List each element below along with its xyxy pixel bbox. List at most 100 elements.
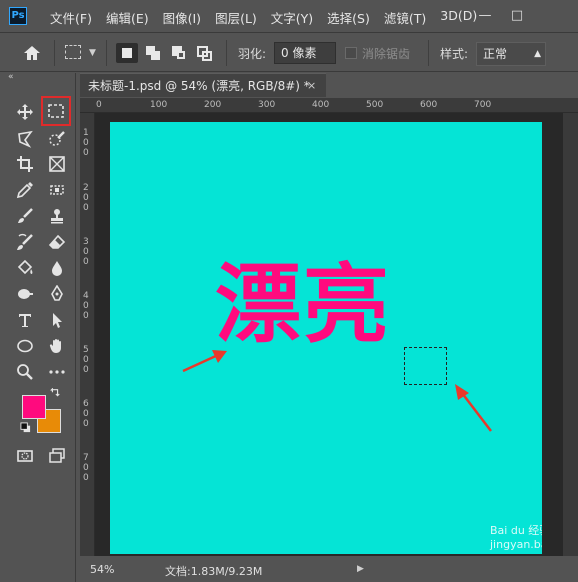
menu-layer[interactable]: 图层(L): [215, 8, 257, 27]
blur-tool-icon[interactable]: [46, 257, 68, 279]
style-select[interactable]: 正常 ▲: [476, 42, 546, 66]
chevron-down-icon: ▲: [534, 49, 541, 59]
dodge-tool-icon[interactable]: [14, 283, 36, 305]
foreground-color-swatch[interactable]: [22, 395, 46, 419]
hand-tool-icon[interactable]: [46, 335, 68, 357]
quick-mask-icon[interactable]: [14, 445, 36, 467]
ruler-tick: 0: [83, 193, 89, 203]
menu-file[interactable]: 文件(F): [50, 8, 92, 27]
document-tab[interactable]: 未标题-1.psd @ 54% (漂亮, RGB/8#) * ×: [80, 73, 326, 97]
ruler-tick: 0: [83, 409, 89, 419]
screen-mode-icon[interactable]: [46, 445, 68, 467]
separator: [428, 40, 429, 66]
style-value: 正常: [483, 47, 508, 61]
menu-filter[interactable]: 滤镜(T): [384, 8, 426, 27]
chevron-right-icon[interactable]: ▶: [357, 564, 364, 574]
ruler-horizontal: 0 100 200 300 400 500 600 700: [80, 98, 578, 113]
ruler-tick: 0: [83, 463, 89, 473]
path-selection-tool-icon[interactable]: [46, 309, 68, 331]
ruler-vertical: 1 0 0 2 0 0 3 0 0 4 0 0 5 0 0 6 0 0 7 0 …: [80, 113, 95, 556]
ruler-tick: 700: [474, 100, 492, 110]
arrow-left: [182, 350, 227, 373]
collapse-icon[interactable]: «: [8, 72, 14, 82]
close-icon[interactable]: ×: [307, 74, 316, 98]
eyedropper-tool-icon[interactable]: [14, 179, 36, 201]
style-label: 样式:: [440, 47, 469, 61]
separator: [226, 40, 227, 66]
ruler-tick: 0: [83, 311, 89, 321]
menu-edit[interactable]: 编辑(E): [106, 8, 149, 27]
ruler-tick: 500: [366, 100, 384, 110]
paint-bucket-tool-icon[interactable]: [14, 257, 36, 279]
vertical-scrollbar[interactable]: [563, 113, 578, 556]
quick-selection-tool-icon[interactable]: [46, 128, 68, 150]
antialias-checkbox[interactable]: [345, 47, 357, 59]
default-colors-icon[interactable]: [19, 421, 31, 433]
chevron-down-icon[interactable]: ▼: [89, 48, 96, 58]
type-tool-icon[interactable]: [14, 309, 36, 331]
menu-bar: Ps 文件(F) 编辑(E) 图像(I) 图层(L) 文字(Y) 选择(S) 滤…: [0, 0, 578, 33]
baidu-watermark: Bai du 经验 jingyan.baidu.com: [490, 524, 542, 551]
ruler-tick: 0: [83, 148, 89, 158]
ruler-tick: 1: [83, 128, 89, 138]
rectangular-marquee-tool-icon[interactable]: [41, 96, 71, 126]
ruler-tick: 4: [83, 291, 89, 301]
spot-healing-tool-icon[interactable]: [46, 179, 68, 201]
menu-type[interactable]: 文字(Y): [271, 8, 313, 27]
eraser-tool-icon[interactable]: [46, 231, 68, 253]
zoom-level[interactable]: 54%: [90, 563, 114, 576]
history-brush-tool-icon[interactable]: [14, 231, 36, 253]
clone-stamp-tool-icon[interactable]: [46, 205, 68, 227]
ruler-tick: 0: [83, 301, 89, 311]
ruler-tick: 300: [258, 100, 276, 110]
ruler-tick: 600: [420, 100, 438, 110]
home-icon[interactable]: [22, 44, 42, 62]
ruler-tick: 5: [83, 345, 89, 355]
more-tools-icon[interactable]: [46, 361, 68, 383]
subtract-from-selection-button[interactable]: [168, 43, 190, 63]
add-to-selection-button[interactable]: [142, 43, 164, 63]
move-tool-icon[interactable]: [14, 101, 36, 123]
photoshop-logo[interactable]: Ps: [9, 7, 27, 25]
zoom-tool-icon[interactable]: [14, 361, 36, 383]
arrow-right: [455, 384, 492, 432]
ruler-tick: 7: [83, 453, 89, 463]
document-area: 未标题-1.psd @ 54% (漂亮, RGB/8#) * × 0 100 2…: [77, 73, 578, 582]
annotation-arrows: [182, 350, 492, 432]
options-bar: ▼ 羽化: 0 像素 消除锯齿 样式: 正常 ▲: [0, 34, 578, 72]
ellipse-tool-icon[interactable]: [14, 335, 36, 357]
ruler-tick: 0: [96, 100, 102, 110]
ruler-tick: 0: [83, 247, 89, 257]
toolbox: «: [0, 72, 76, 582]
minimize-button[interactable]: —: [474, 6, 496, 26]
ruler-tick: 200: [204, 100, 222, 110]
ruler-tick: 0: [83, 257, 89, 267]
lasso-tool-icon[interactable]: [14, 128, 36, 150]
ruler-tick: 2: [83, 183, 89, 193]
menu-3d[interactable]: 3D(D): [440, 8, 477, 27]
ruler-tick: 3: [83, 237, 89, 247]
new-selection-button[interactable]: [116, 43, 138, 63]
menu-select[interactable]: 选择(S): [327, 8, 370, 27]
ruler-tick: 0: [83, 473, 89, 483]
feather-input[interactable]: 0 像素: [274, 42, 336, 64]
brush-tool-icon[interactable]: [14, 205, 36, 227]
document-tab-title: 未标题-1.psd @ 54% (漂亮, RGB/8#) *: [88, 79, 310, 93]
document-size: 文档:1.83M/9.23M: [165, 565, 263, 578]
restore-button[interactable]: □: [506, 6, 528, 26]
intersect-selection-button[interactable]: [194, 43, 216, 63]
marquee-preset-icon[interactable]: [65, 45, 81, 59]
ruler-tick: 400: [312, 100, 330, 110]
status-bar: 54% 文档:1.83M/9.23M ▶: [77, 556, 578, 582]
ruler-tick: 0: [83, 138, 89, 148]
ruler-tick: 0: [83, 203, 89, 213]
swap-colors-icon[interactable]: [48, 387, 62, 401]
ruler-tick: 100: [150, 100, 168, 110]
frame-tool-icon[interactable]: [46, 153, 68, 175]
feather-label: 羽化:: [238, 47, 267, 61]
ruler-tick: 0: [83, 355, 89, 365]
canvas[interactable]: 漂亮 Bai du 经验 jingyan.baidu.com: [110, 122, 542, 554]
crop-tool-icon[interactable]: [14, 153, 36, 175]
pen-tool-icon[interactable]: [46, 283, 68, 305]
menu-image[interactable]: 图像(I): [163, 8, 201, 27]
